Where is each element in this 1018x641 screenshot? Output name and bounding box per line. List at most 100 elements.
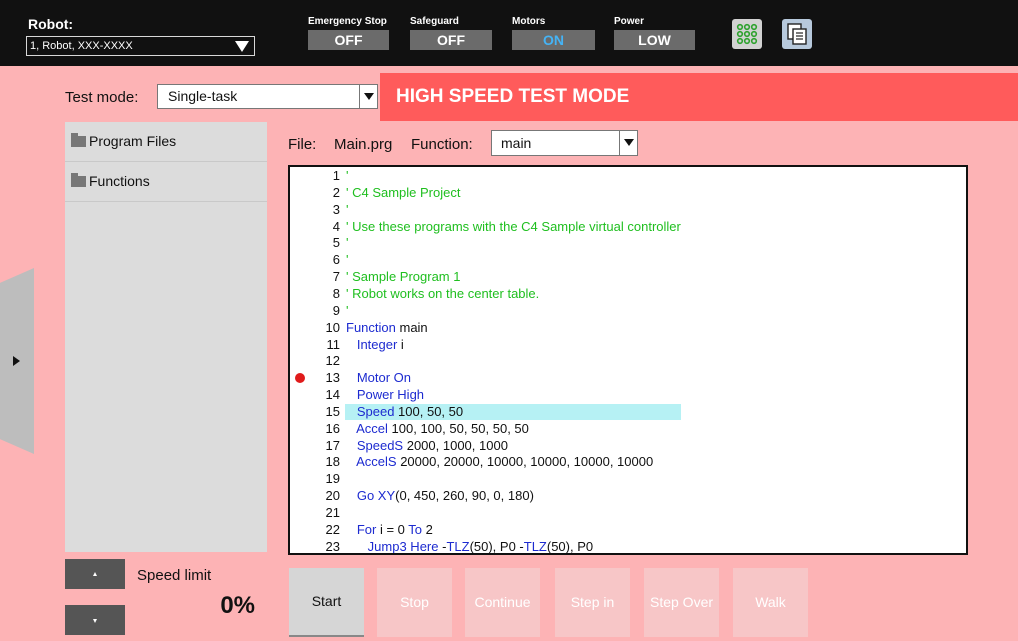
stop-button[interactable]: Stop [377,568,452,637]
code-line[interactable]: 10 Function main [290,320,966,336]
code-token: ' Sample Program 1 [346,269,461,285]
chevron-right-icon [13,356,20,366]
tree-item-program-files[interactable]: Program Files [65,122,267,162]
code-text: Go XY(0, 450, 260, 90, 0, 180) [346,488,534,504]
code-line[interactable]: 7 ' Sample Program 1 [290,269,966,285]
code-editor[interactable]: 1 ' 2 ' C4 Sample Project 3 ' 4 ' Use these pro… [288,165,968,555]
code-text: ' Robot works on the center table. [346,286,539,302]
motors-value: ON [512,30,595,50]
line-number: 8 [332,285,340,301]
io-monitor-icon[interactable] [732,19,762,49]
safeguard-value: OFF [410,30,492,50]
code-text: Integer i [346,337,404,353]
code-line[interactable]: 13 Motor On [290,370,966,386]
code-token: Function [346,319,396,335]
code-line[interactable]: 9 ' [290,303,966,319]
code-token: ' Use these programs with the C4 Sample … [346,218,681,234]
speed-down-button[interactable] [65,605,125,635]
code-line[interactable]: 3 ' [290,202,966,218]
speed-up-button[interactable] [65,559,125,589]
code-line[interactable]: 1 ' [290,168,966,184]
function-label: Function: [411,136,473,153]
code-line[interactable]: 2 ' C4 Sample Project [290,185,966,201]
code-token: (50), P0 - [469,538,524,554]
code-token: ' [346,201,349,217]
code-line[interactable]: 6 ' [290,252,966,268]
code-line[interactable]: 12 [290,353,966,369]
function-value: main [501,135,532,151]
step-in-button[interactable]: Step in [555,568,630,637]
function-select[interactable]: main [491,130,638,156]
code-line[interactable]: 8 ' Robot works on the center table. [290,286,966,302]
tree-item-label: Program Files [89,133,177,149]
code-line[interactable]: 19 [290,471,966,487]
line-number: 20 [325,488,340,504]
code-text: ' [346,235,348,251]
task-manager-icon[interactable] [782,19,812,49]
motors-status: Motors ON [512,16,595,50]
code-line[interactable]: 21 [290,505,966,521]
code-token: 2000, 1000, 1000 [403,437,508,453]
safeguard-status: Safeguard OFF [410,16,492,50]
code-line[interactable]: 22 For i = 0 To 2 [290,522,966,538]
code-line[interactable]: 4 ' Use these programs with the C4 Sample… [290,219,966,235]
code-text: Power High [346,387,424,403]
speed-limit-label: Speed limit [137,567,212,584]
code-token: Power High [346,387,425,403]
code-text: Speed 100, 50, 50 [346,404,463,420]
chevron-down-icon [359,85,377,108]
code-token: Motor On [346,370,412,386]
file-tree: Program Files Functions [65,122,267,552]
code-token: To [408,521,423,537]
code-line[interactable]: 20 Go XY(0, 450, 260, 90, 0, 180) [290,488,966,504]
continue-button[interactable]: Continue [465,568,540,637]
top-bar: Robot: 1, Robot, XXX-XXXX Emergency Stop… [0,0,1018,66]
code-token: Integer [346,336,398,352]
line-number: 16 [325,420,340,436]
tree-item-functions[interactable]: Functions [65,162,267,202]
sidebar-expand-button[interactable] [0,268,34,454]
speed-limit-value: 0% [220,592,255,619]
line-number: 5 [332,235,340,251]
code-text: ' [346,252,348,268]
line-number: 1 [332,168,340,183]
step-over-button[interactable]: Step Over [644,568,719,637]
line-number: 13 [325,370,340,386]
code-line[interactable]: 5 ' [290,235,966,251]
line-number: 22 [325,521,340,537]
walk-button[interactable]: Walk [733,568,808,637]
motors-label: Motors [512,16,546,27]
code-token: ' C4 Sample Project [346,184,461,200]
code-token: main [395,319,428,335]
code-text: Jump3 Here -TLZ(50), P0 -TLZ(50), P0 [346,538,593,554]
code-token: ' Robot works on the center table. [346,285,540,301]
power-value: LOW [614,30,695,50]
line-number: 14 [325,387,340,403]
code-token: 2 [422,521,433,537]
code-token: ' [346,235,349,251]
code-line[interactable]: 14 Power High [290,387,966,403]
code-line[interactable]: 11 Integer i [290,337,966,353]
line-number: 21 [325,505,340,520]
robot-select[interactable]: 1, Robot, XXX-XXXX [26,36,255,56]
code-line[interactable]: 23 Jump3 Here -TLZ(50), P0 -TLZ(50), P0 [290,538,966,554]
safeguard-label: Safeguard [410,16,459,27]
test-mode-label: Test mode: [65,89,139,106]
power-status: Power LOW [614,16,695,50]
code-line[interactable]: 15 Speed 100, 50, 50 [290,403,966,420]
tree-item-label: Functions [89,173,150,189]
test-mode-select[interactable]: Single-task [157,84,378,109]
folder-icon [71,133,86,147]
code-token: Accel [346,420,388,436]
robot-label: Robot: [28,16,74,32]
emergency-stop-label: Emergency Stop [308,16,387,27]
code-line[interactable]: 17 SpeedS 2000, 1000, 1000 [290,438,966,454]
code-line[interactable]: 18 AccelS 20000, 20000, 10000, 10000, 10… [290,454,966,470]
start-button[interactable]: Start [289,568,364,637]
line-number: 7 [332,269,340,285]
code-line[interactable]: 16 Accel 100, 100, 50, 50, 50, 50 [290,421,966,437]
line-number: 19 [325,471,340,487]
code-text: ' Sample Program 1 [346,269,460,285]
file-label: File: [288,136,317,153]
file-name: Main.prg [334,136,393,153]
